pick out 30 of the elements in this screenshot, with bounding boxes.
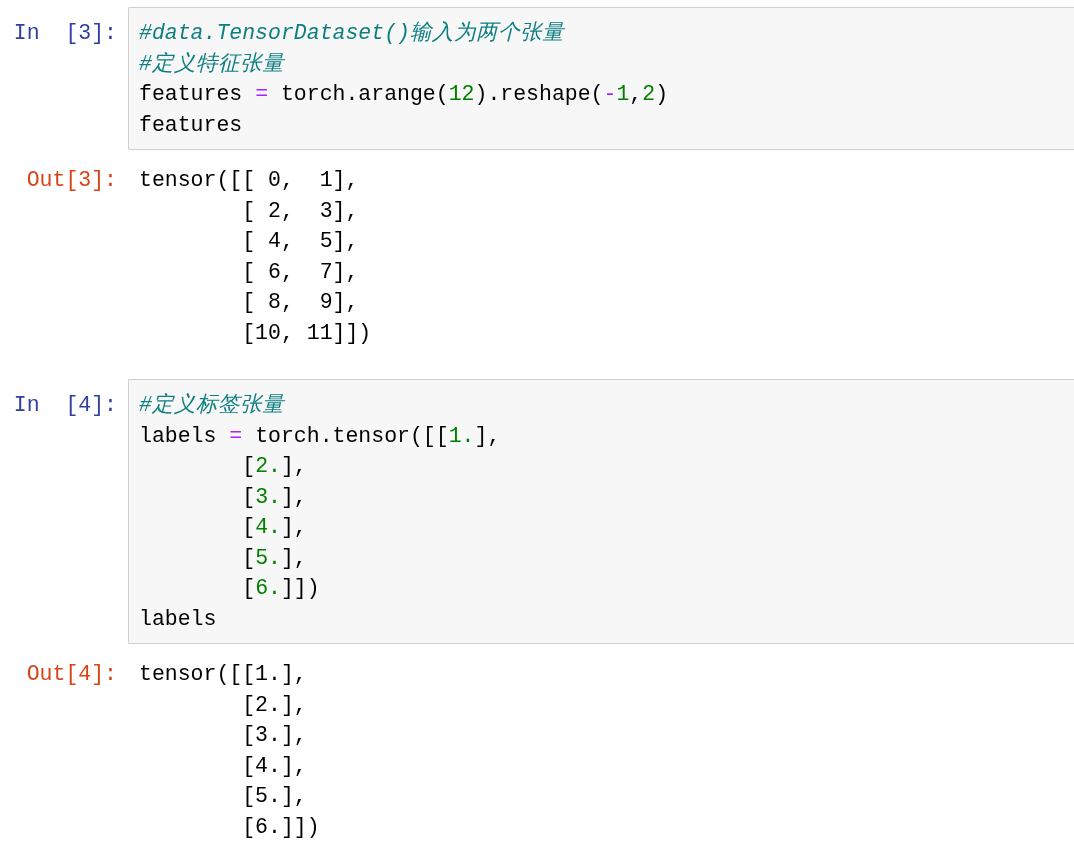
code-line: labels [139,605,217,633]
code-line: [3.], [242,483,307,511]
code-line: #定义标签张量 [139,392,284,419]
output-line: [3.], [242,722,307,749]
code-line: [5.], [242,544,307,572]
output-line: [ 2, 3], [242,197,359,225]
output-line: [10, 11]]) [242,319,372,347]
code-line: #定义特征张量 [139,50,284,78]
code-line: features = torch.arange(12).reshape(-1,2) [139,81,669,108]
output-prompt: Out[3]: [26,168,117,192]
code-editor[interactable]: #定义标签张量 labels = torch.tensor([[1.], [2.], [3.], [4.], [5.], [6.]]) labels [128,379,1074,644]
input-prompt: In [3]: [13,21,117,45]
output-line: [5.], [242,783,307,810]
output-line: [ 6, 7], [242,258,359,286]
output-line: [4.], [242,752,307,780]
code-line: [4.], [242,514,307,541]
output-line: [6.]]) [242,813,320,841]
code-line: labels = torch.tensor([[1.], [139,422,501,450]
input-prompt: In [4]: [13,393,117,417]
code-line: #data.TensorDataset()输入为两个张量 [139,20,564,47]
code-editor[interactable]: #data.TensorDataset()输入为两个张量 #定义特征张量 features = torch.arange(12).reshape(-1,2) features [128,7,1074,150]
output-line: tensor([[ 0, 1], [139,167,359,194]
output-line: [ 4, 5], [242,228,359,255]
code-line: [6.]]) [242,575,320,602]
output-line: tensor([[1.], [139,661,307,688]
code-line: [2.], [242,453,307,480]
output-line: [2.], [242,691,307,719]
output-prompt: Out[4]: [26,662,117,686]
output-line: [ 8, 9], [242,289,359,316]
code-line: features [139,111,243,139]
